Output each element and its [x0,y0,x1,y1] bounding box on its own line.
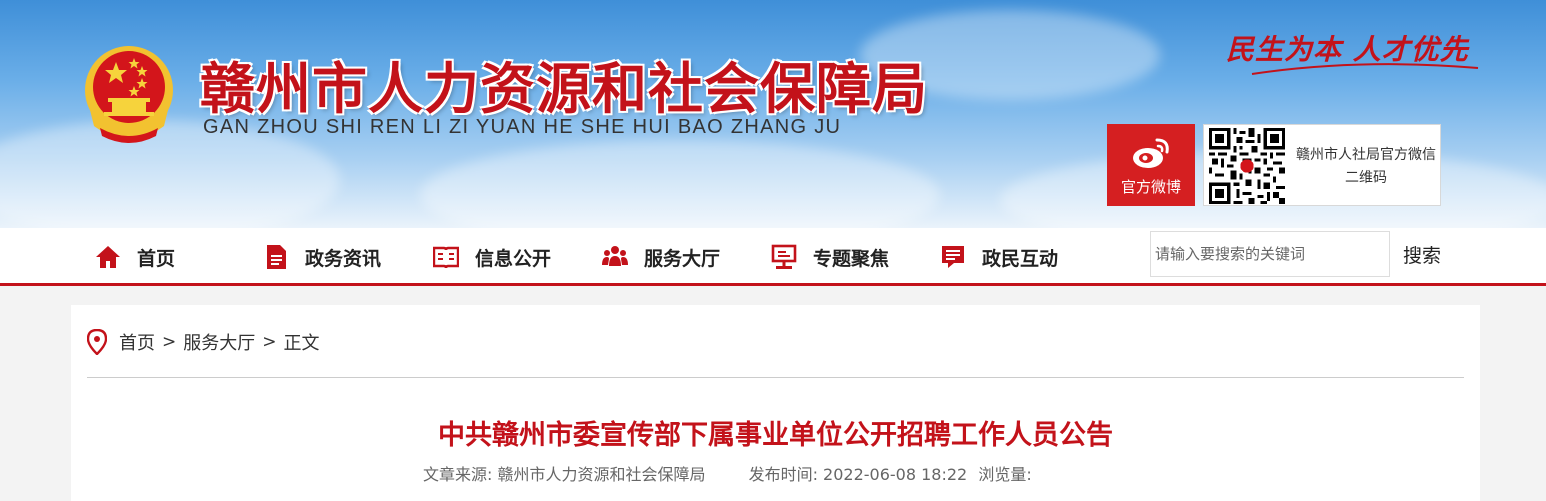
nav-label-topics: 专题聚焦 [813,247,890,270]
search-button[interactable]: 搜索 [1392,236,1452,272]
weibo-icon [1133,138,1169,168]
open-book-icon [433,246,459,269]
wechat-qr-panel: 赣州市人社局官方微信二维码 [1203,124,1441,206]
search-input[interactable] [1150,231,1390,277]
nav-label-news: 政务资讯 [305,247,382,270]
qr-caption: 赣州市人社局官方微信二维码 [1296,147,1436,186]
nav-item-home[interactable]: 首页 [95,241,175,273]
presentation-icon [771,244,797,269]
breadcrumb-home-link[interactable]: 首页 [119,329,155,355]
divider [87,377,1464,378]
people-icon [602,246,628,266]
breadcrumb: 首页 > 服务大厅 > 正文 [87,329,320,355]
site-header: 赣州市人力资源和社会保障局 GAN ZHOU SHI REN LI ZI YUA… [0,0,1546,228]
swoosh-icon [1251,63,1479,75]
nav-item-disclosure[interactable]: 信息公开 [433,241,551,273]
nav-label-home: 首页 [137,247,176,270]
article-meta: 文章来源: 赣州市人力资源和社会保障局 发布时间: 2022-06-08 18:… [423,461,1070,485]
weibo-label: 官方微博 [1120,178,1181,196]
national-emblem-icon [85,46,173,143]
breadcrumb-current: 正文 [283,333,320,354]
article-panel: 首页 > 服务大厅 > 正文 中共赣州市委宣传部下属事业单位公开招聘工作人员公告… [71,305,1480,501]
qr-code-icon [1209,128,1285,204]
location-pin-icon [87,329,107,355]
article-title: 中共赣州市委宣传部下属事业单位公开招聘工作人员公告 [438,420,1113,451]
nav-item-service-hall[interactable]: 服务大厅 [602,241,720,273]
article-views: 浏览量: [978,465,1032,484]
site-name: 赣州市人力资源和社会保障局 [200,57,929,121]
nav-item-news[interactable]: 政务资讯 [263,241,381,273]
document-icon [267,245,286,269]
breadcrumb-separator: > [262,332,277,352]
nav-label-disclosure: 信息公开 [475,247,552,270]
nav-label-service-hall: 服务大厅 [644,247,721,270]
cloud-decoration [420,140,940,228]
nav-item-topics[interactable]: 专题聚焦 [771,241,889,273]
article-publish-time: 发布时间: 2022-06-08 18:22 [748,465,968,484]
breadcrumb-service-hall-link[interactable]: 服务大厅 [183,329,255,355]
site-pinyin: GAN ZHOU SHI REN LI ZI YUAN HE SHE HUI B… [203,116,842,138]
nav-label-interaction: 政民互动 [982,247,1059,270]
chat-list-icon [942,246,964,268]
nav-item-interaction[interactable]: 政民互动 [940,241,1058,273]
home-icon [96,246,120,268]
breadcrumb-separator: > [162,332,177,352]
article-source: 文章来源: 赣州市人力资源和社会保障局 [423,465,706,484]
weibo-link[interactable]: 官方微博 [1107,124,1195,206]
